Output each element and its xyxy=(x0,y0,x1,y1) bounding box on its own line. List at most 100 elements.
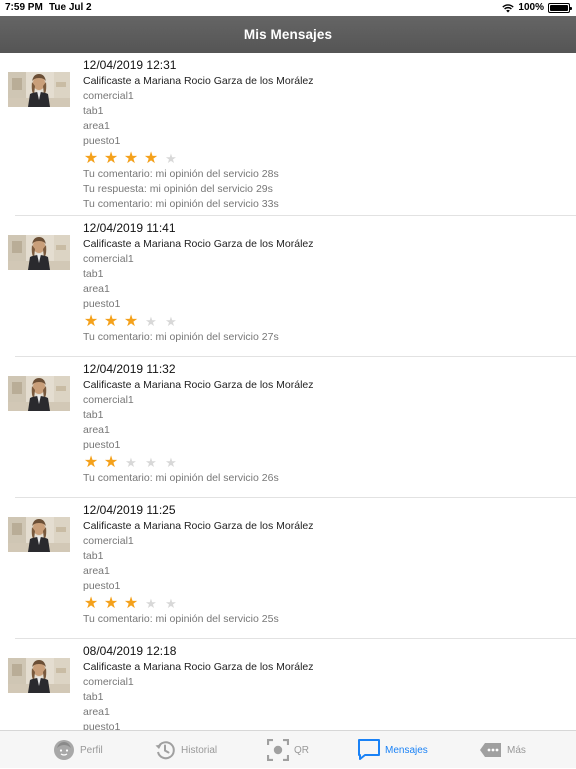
status-right: 100% xyxy=(502,2,572,13)
message-detail: tab1 xyxy=(83,105,104,117)
message-body: 12/04/2019 11:25 Calificaste a Mariana Ro… xyxy=(83,503,576,627)
star-icon: ★ xyxy=(103,594,119,612)
status-date: Tue Jul 2 xyxy=(49,2,92,13)
message-detail: comercial1 xyxy=(83,253,134,265)
message-detail: comercial1 xyxy=(83,394,134,406)
star-icon: ★ xyxy=(145,454,157,470)
message-item[interactable]: 12/04/2019 11:41 Calificaste a Mariana Ro… xyxy=(8,216,576,357)
status-bar: 7:59 PM Tue Jul 2 100% xyxy=(0,0,576,16)
tab-label: Historial xyxy=(181,744,218,756)
message-item[interactable]: 08/04/2019 12:18 Calificaste a Mariana Ro… xyxy=(8,639,576,730)
star-icon: ★ xyxy=(145,595,157,611)
message-title: Calificaste a Mariana Rocio Garza de los… xyxy=(83,661,314,673)
star-icon: ★ xyxy=(165,150,177,166)
message-comment: Tu comentario: mi opinión del servicio 2… xyxy=(83,331,279,343)
more-dots-icon xyxy=(479,738,503,762)
message-comment: Tu respuesta: mi opinión del servicio 29… xyxy=(83,183,273,195)
message-comment: Tu comentario: mi opinión del servicio 2… xyxy=(83,472,279,484)
message-date: 12/04/2019 11:41 xyxy=(83,221,176,235)
message-detail: area1 xyxy=(83,565,110,577)
message-bubble-icon xyxy=(357,738,381,762)
message-item[interactable]: 12/04/2019 12:31 Calificaste a Mariana Ro… xyxy=(8,53,576,216)
tab-mas[interactable]: Más xyxy=(479,731,526,769)
tab-mensajes[interactable]: Mensajes xyxy=(357,731,428,769)
message-detail: tab1 xyxy=(83,268,104,280)
tab-label: QR xyxy=(294,744,309,756)
message-body: 12/04/2019 12:31 Calificaste a Mariana Ro… xyxy=(83,58,576,212)
star-icon: ★ xyxy=(103,149,119,167)
message-detail: tab1 xyxy=(83,550,104,562)
message-date: 12/04/2019 11:25 xyxy=(83,503,176,517)
star-icon: ★ xyxy=(83,149,99,167)
message-detail: puesto1 xyxy=(83,135,121,147)
star-icon: ★ xyxy=(103,312,119,330)
star-icon: ★ xyxy=(125,454,137,470)
message-detail: tab1 xyxy=(83,409,104,421)
message-detail: comercial1 xyxy=(83,676,134,688)
avatar xyxy=(8,658,70,693)
star-icon: ★ xyxy=(83,594,99,612)
status-time: 7:59 PM xyxy=(5,2,43,13)
star-rating: ★ ★ ★ ★ ★ xyxy=(83,595,576,612)
baby-face-icon xyxy=(52,738,76,762)
navigation-bar: Mis Mensajes xyxy=(0,16,576,53)
star-icon: ★ xyxy=(165,595,177,611)
message-title: Calificaste a Mariana Rocio Garza de los… xyxy=(83,379,314,391)
message-title: Calificaste a Mariana Rocio Garza de los… xyxy=(83,75,314,87)
message-body: 12/04/2019 11:32 Calificaste a Mariana Ro… xyxy=(83,362,576,486)
star-icon: ★ xyxy=(83,312,99,330)
message-body: 08/04/2019 12:18 Calificaste a Mariana Ro… xyxy=(83,644,576,730)
message-item[interactable]: 12/04/2019 11:25 Calificaste a Mariana Ro… xyxy=(8,498,576,639)
message-date: 08/04/2019 12:18 xyxy=(83,644,177,658)
star-rating: ★ ★ ★ ★ ★ xyxy=(83,313,576,330)
page-title: Mis Mensajes xyxy=(243,27,333,42)
tab-bar: Perfil Historial QR Mensajes Más xyxy=(0,730,576,768)
star-icon: ★ xyxy=(103,453,119,471)
message-detail: tab1 xyxy=(83,691,104,703)
star-icon: ★ xyxy=(145,313,157,329)
wifi-icon xyxy=(502,3,515,12)
message-detail: area1 xyxy=(83,706,110,718)
message-detail: area1 xyxy=(83,283,110,295)
tab-qr[interactable]: QR xyxy=(266,731,309,769)
tab-label: Más xyxy=(507,744,526,756)
message-detail: puesto1 xyxy=(83,721,121,730)
message-detail: puesto1 xyxy=(83,439,121,451)
message-date: 12/04/2019 11:32 xyxy=(83,362,176,376)
message-detail: comercial1 xyxy=(83,535,134,547)
message-body: 12/04/2019 11:41 Calificaste a Mariana Ro… xyxy=(83,221,576,345)
star-icon: ★ xyxy=(123,594,139,612)
message-detail: comercial1 xyxy=(83,90,134,102)
avatar xyxy=(8,376,70,411)
message-detail: puesto1 xyxy=(83,298,121,310)
tab-label: Mensajes xyxy=(385,744,428,756)
message-detail: puesto1 xyxy=(83,580,121,592)
star-icon: ★ xyxy=(83,453,99,471)
avatar xyxy=(8,72,70,107)
message-list[interactable]: 12/04/2019 12:31 Calificaste a Mariana Ro… xyxy=(0,53,576,730)
message-comment: Tu comentario: mi opinión del servicio 3… xyxy=(83,198,279,210)
star-rating: ★ ★ ★ ★ ★ xyxy=(83,454,576,471)
message-title: Calificaste a Mariana Rocio Garza de los… xyxy=(83,238,314,250)
battery-icon xyxy=(548,2,572,13)
battery-percent: 100% xyxy=(518,2,544,13)
message-detail: area1 xyxy=(83,424,110,436)
message-detail: area1 xyxy=(83,120,110,132)
message-comment: Tu comentario: mi opinión del servicio 2… xyxy=(83,168,279,180)
star-rating: ★ ★ ★ ★ ★ xyxy=(83,150,576,167)
message-item[interactable]: 12/04/2019 11:32 Calificaste a Mariana Ro… xyxy=(8,357,576,498)
avatar xyxy=(8,235,70,270)
star-icon: ★ xyxy=(143,149,159,167)
tab-label: Perfil xyxy=(80,744,103,756)
star-icon: ★ xyxy=(123,312,139,330)
tab-perfil[interactable]: Perfil xyxy=(52,731,103,769)
avatar xyxy=(8,517,70,552)
message-comment: Tu comentario: mi opinión del servicio 2… xyxy=(83,613,279,625)
star-icon: ★ xyxy=(165,454,177,470)
tab-historial[interactable]: Historial xyxy=(153,731,217,769)
history-clock-icon xyxy=(153,738,177,762)
qr-scan-icon xyxy=(266,738,290,762)
message-title: Calificaste a Mariana Rocio Garza de los… xyxy=(83,520,314,532)
star-icon: ★ xyxy=(165,313,177,329)
message-date: 12/04/2019 12:31 xyxy=(83,58,177,72)
